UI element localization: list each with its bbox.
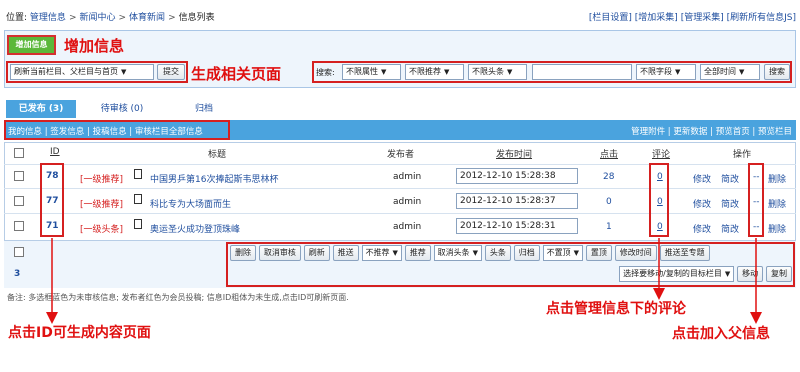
annotation-comment: 点击管理信息下的评论 xyxy=(546,301,686,317)
annotation-parent: 点击加入父信息 xyxy=(672,326,770,342)
annotation-id: 点击ID可生成内容页面 xyxy=(8,325,151,341)
